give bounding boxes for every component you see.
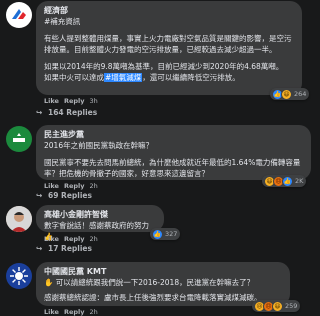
hashtag-link[interactable]: #增氣減煤 (104, 73, 143, 82)
comment-author[interactable]: 民主進步黨 (44, 129, 303, 140)
comment-bubble: 中國國民黨 KMT ✋ 可以請總統跟我們說一下2016-2018，民進黨在幹嘛去… (36, 262, 290, 306)
reply-arrow-icon: ↪ (36, 108, 43, 117)
reaction-summary[interactable]: 👍 327 (150, 228, 181, 240)
comment-text: 2016年之前國民黨執政在幹嘛？ 國民黨寧不要先去問馬前總統，為什麼他成就近年最… (44, 140, 303, 179)
comment-4: 中國國民黨 KMT ✋ 可以請總統跟我們說一下2016-2018，民進黨在幹嘛去… (0, 262, 320, 316)
comment-3: 高雄小金剛許智傑 數字會說話！感謝蔡政府的努力 👍 Like Reply 2h 👍 … (0, 205, 320, 255)
view-replies-link[interactable]: ↪ 17 Replies (36, 244, 92, 253)
dpp-logo-icon (10, 130, 28, 148)
replies-count: 69 Replies (48, 191, 92, 200)
view-replies-link[interactable]: ↪ 164 Replies (36, 108, 97, 117)
comment-bubble: 高雄小金剛許智傑 數字會說話！感謝蔡政府的努力 👍 (36, 205, 164, 241)
person-avatar-icon (6, 206, 32, 232)
kmt-logo-icon (8, 265, 30, 287)
comment-author[interactable]: 經濟部 (44, 5, 294, 16)
reply-arrow-icon: ↪ (36, 191, 43, 200)
comment-paragraph: ✋ 可以請總統跟我們說一下2016-2018，民進黨在幹嘛去了？ (44, 278, 255, 287)
like-link[interactable]: Like (44, 235, 59, 243)
moea-logo-icon (12, 9, 26, 19)
haha-reaction-icon: 😆 (272, 300, 283, 312)
timestamp[interactable]: 2h (89, 182, 97, 190)
comment-text: #補充資訊 有些人提到整體用煤量，事實上火力電廠對空氣品質是關鍵的影響，是空污排… (44, 16, 294, 83)
comment-paragraph: 如果中火可以達成#增氣減煤，還可以繼續降低空污排放。 (44, 72, 294, 83)
comment-bubble: 民主進步黨 2016年之前國民黨執政在幹嘛？ 國民黨寧不要先去問馬前總統，為什麼… (36, 125, 311, 180)
timestamp[interactable]: 3h (89, 97, 97, 105)
comment-actions: Like Reply 2h (44, 235, 103, 243)
timestamp[interactable]: 2h (89, 235, 97, 243)
avatar[interactable] (6, 263, 32, 289)
replies-count: 164 Replies (48, 108, 98, 117)
comment-author[interactable]: 高雄小金剛許智傑 (44, 209, 156, 220)
hashtag-line[interactable]: #補充資訊 (44, 16, 294, 27)
reaction-summary[interactable]: 👍 😆 264 (270, 88, 310, 100)
comment-actions: Like Reply 2h (44, 182, 103, 190)
reaction-count: 259 (285, 302, 298, 310)
comment-paragraph: 2016年之前國民黨執政在幹嘛？ (44, 141, 154, 150)
reaction-count: 327 (165, 230, 178, 238)
comment-actions: Like Reply 3h (44, 97, 103, 105)
avatar[interactable] (6, 206, 32, 232)
comment-bubble: 經濟部 #補充資訊 有些人提到整體用煤量，事實上火力電廠對空氣品質是關鍵的影響，… (36, 1, 302, 95)
reply-link[interactable]: Reply (64, 235, 85, 243)
replies-count: 17 Replies (48, 244, 92, 253)
comment-fragment: ，還可以繼續降低空污排放。 (142, 73, 240, 82)
avatar[interactable] (6, 2, 32, 28)
like-reaction-icon: 👍 (282, 175, 293, 187)
comment-fragment: 如果中火可以達成 (44, 73, 104, 82)
reply-link[interactable]: Reply (64, 182, 85, 190)
reaction-summary[interactable]: 😢 😠 😆 259 (252, 300, 301, 312)
haha-reaction-icon: 😆 (281, 88, 292, 100)
like-link[interactable]: Like (44, 97, 59, 105)
comment-1: 經濟部 #補充資訊 有些人提到整體用煤量，事實上火力電廠對空氣品質是關鍵的影響，… (0, 0, 320, 120)
reaction-count: 264 (294, 90, 307, 98)
avatar[interactable] (6, 126, 32, 152)
comment-2: 民主進步黨 2016年之前國民黨執政在幹嘛？ 國民黨寧不要先去問馬前總統，為什麼… (0, 125, 320, 200)
view-replies-link[interactable]: ↪ 69 Replies (36, 191, 92, 200)
like-reaction-icon: 👍 (152, 228, 163, 240)
reaction-count: 2K (295, 177, 304, 185)
comment-text: ✋ 可以請總統跟我們說一下2016-2018，民進黨在幹嘛去了？ 感謝蔡總統認證… (44, 277, 282, 303)
reply-link[interactable]: Reply (64, 97, 85, 105)
comment-paragraph: 有些人提到整體用煤量，事實上火力電廠對空氣品質是關鍵的影響，是空污排放量。目前整… (44, 34, 292, 54)
reaction-summary[interactable]: 😆 😠 👍 2K (262, 175, 307, 187)
comment-author[interactable]: 中國國民黨 KMT (44, 266, 282, 277)
comment-paragraph: 如果以2014年的9.8萬噸為基準，目前已經減少到2020年的4.68萬噸。 (44, 62, 284, 71)
like-link[interactable]: Like (44, 182, 59, 190)
reply-arrow-icon: ↪ (36, 244, 43, 253)
comment-paragraph: 感謝蔡總統認證：盧市長上任後強烈要求台電降載落實減煤減碳。 (44, 293, 262, 302)
